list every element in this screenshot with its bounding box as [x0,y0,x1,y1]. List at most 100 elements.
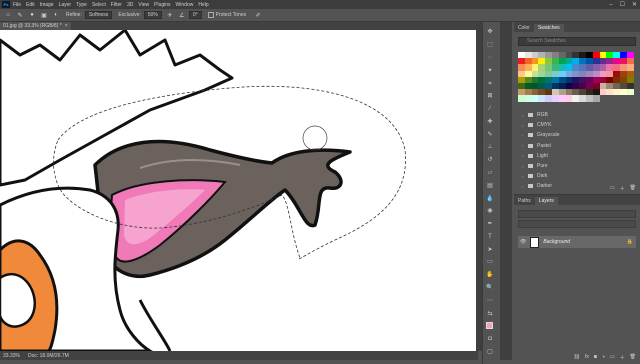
color-swatch[interactable] [551,95,559,102]
brush-settings-icon[interactable]: ▣ [40,11,48,19]
color-swatch[interactable] [572,95,580,102]
tab-layers[interactable]: Layers [534,197,558,205]
color-swatch[interactable] [613,89,620,96]
color-swatch[interactable] [626,89,634,96]
color-swatch[interactable] [619,89,627,96]
blend-mode-bar[interactable] [518,220,636,228]
tool-preset-icon[interactable]: ✎ [16,11,24,19]
color-swatch[interactable] [592,95,600,102]
angle-input[interactable]: 0° [188,11,202,19]
move-icon[interactable]: ✥ [486,28,494,36]
color-swatch[interactable] [531,95,539,102]
folder-rgb[interactable]: › RGB [518,110,634,120]
eraser-icon[interactable]: ▱ [486,169,494,177]
color-swatch[interactable] [579,95,586,102]
blur-icon[interactable]: 💧 [486,195,494,203]
mode-icon[interactable]: ◐ [52,11,60,19]
close-icon[interactable]: ✕ [632,1,637,8]
menu-select[interactable]: Select [92,2,106,8]
frame-icon[interactable]: ⊠ [486,92,494,100]
tab-paths[interactable]: Paths [514,197,535,205]
layer-name[interactable]: Background [543,239,570,245]
pen-icon[interactable]: ✒ [486,220,494,228]
layer-filter-bar[interactable] [518,210,636,218]
brush-size-icon[interactable]: ● [28,11,36,19]
swatches-search-input[interactable]: Search Swatches [518,37,636,46]
color-fg-bg-icon[interactable] [486,322,496,333]
color-swatch[interactable] [518,95,525,102]
hand-icon[interactable]: ✋ [486,271,494,279]
new-layer-icon[interactable]: ＋ [620,354,625,361]
color-swatch[interactable] [565,95,573,102]
color-swatch[interactable] [538,95,546,102]
color-swatch[interactable] [545,95,552,102]
protect-tones-checkbox[interactable] [207,12,214,18]
maximize-icon[interactable]: ☐ [620,1,625,8]
folder-pure[interactable]: › Pure [518,161,634,171]
menu-image[interactable]: Image [40,2,54,8]
trash-icon[interactable]: 🗑 [630,185,636,191]
new-swatch-icon[interactable]: ＋ [620,185,625,192]
tab-color[interactable]: Color [514,24,534,32]
group-icon[interactable]: ▭ [610,354,615,360]
fx-icon[interactable]: fx [585,354,589,360]
minimize-icon[interactable]: – [609,2,612,8]
menu-file[interactable]: File [13,2,21,8]
folder-cmyk[interactable]: › CMYK [518,120,634,130]
history-brush-icon[interactable]: ↺ [486,156,494,164]
brush-icon[interactable]: ✎ [486,131,494,139]
new-folder-icon[interactable]: ▭ [610,185,615,191]
crop-icon[interactable]: ⌗ [486,80,494,88]
screen-mode-icon[interactable]: ▢ [486,348,494,356]
close-tab-icon[interactable]: × [65,23,68,29]
stamp-icon[interactable]: ⊥ [486,143,494,151]
color-swatch[interactable] [585,95,593,102]
color-swatch[interactable] [606,89,614,96]
document-canvas[interactable] [0,30,476,351]
mask-icon[interactable]: ◙ [594,354,597,360]
marquee-icon[interactable]: ⬚ [486,41,494,49]
document-tab[interactable]: 01.jpg @ 33.3% (RGB/8) * × [0,22,71,30]
dodge-icon[interactable]: ◉ [486,207,494,215]
path-select-icon[interactable]: ➤ [486,246,494,254]
folder-grayscale[interactable]: › Grayscale [518,130,634,140]
color-swatch[interactable] [558,95,566,102]
gradient-icon[interactable]: ▤ [486,182,494,190]
menu-view[interactable]: View [138,2,149,8]
visibility-eye-icon[interactable]: 👁 [520,239,526,245]
quick-select-icon[interactable]: ✦ [486,67,494,75]
tab-swatches[interactable]: Swatches [533,24,564,32]
menu-type[interactable]: Type [76,2,87,8]
layer-row[interactable]: 👁 Background 🔒 [518,236,636,248]
menu-filter[interactable]: Filter [111,2,122,8]
foreground-color-swatch[interactable] [486,322,493,330]
home-icon[interactable]: ⌂ [4,11,12,19]
menu-edit[interactable]: Edit [26,2,35,8]
more-icon[interactable]: ⋯ [486,297,494,305]
zoom-icon[interactable]: 🔍 [486,284,494,292]
menu-plugins[interactable]: Plugins [154,2,170,8]
delete-layer-icon[interactable]: 🗑 [630,354,636,360]
folder-pastel[interactable]: › Pastel [518,141,634,151]
menu-3d[interactable]: 3D [127,2,133,8]
color-swatch[interactable] [599,89,607,96]
swap-colors-icon[interactable]: ⇆ [486,310,494,318]
menu-layer[interactable]: Layer [59,2,72,8]
shape-icon[interactable]: ▭ [486,258,494,266]
type-icon[interactable]: T [486,233,494,241]
status-zoom[interactable]: 33.33% [3,353,20,359]
healing-icon[interactable]: ✚ [486,118,494,126]
lasso-icon[interactable]: ◌ [486,54,494,62]
menu-help[interactable]: Help [198,2,208,8]
adjustment-icon[interactable]: ◑ [602,354,605,360]
airbrush-icon[interactable]: ✈ [166,11,174,19]
quick-mask-icon[interactable]: ◘ [486,335,494,343]
tolerance-input[interactable]: 50% [143,11,162,19]
mode-select[interactable]: Softness [84,11,113,19]
pressure-icon[interactable]: ✐ [254,11,262,19]
color-swatch[interactable] [524,95,532,102]
folder-light[interactable]: › Light [518,151,634,161]
menu-window[interactable]: Window [176,2,194,8]
link-icon[interactable]: ⛓ [574,354,580,360]
folder-dark[interactable]: › Dark [518,171,634,181]
